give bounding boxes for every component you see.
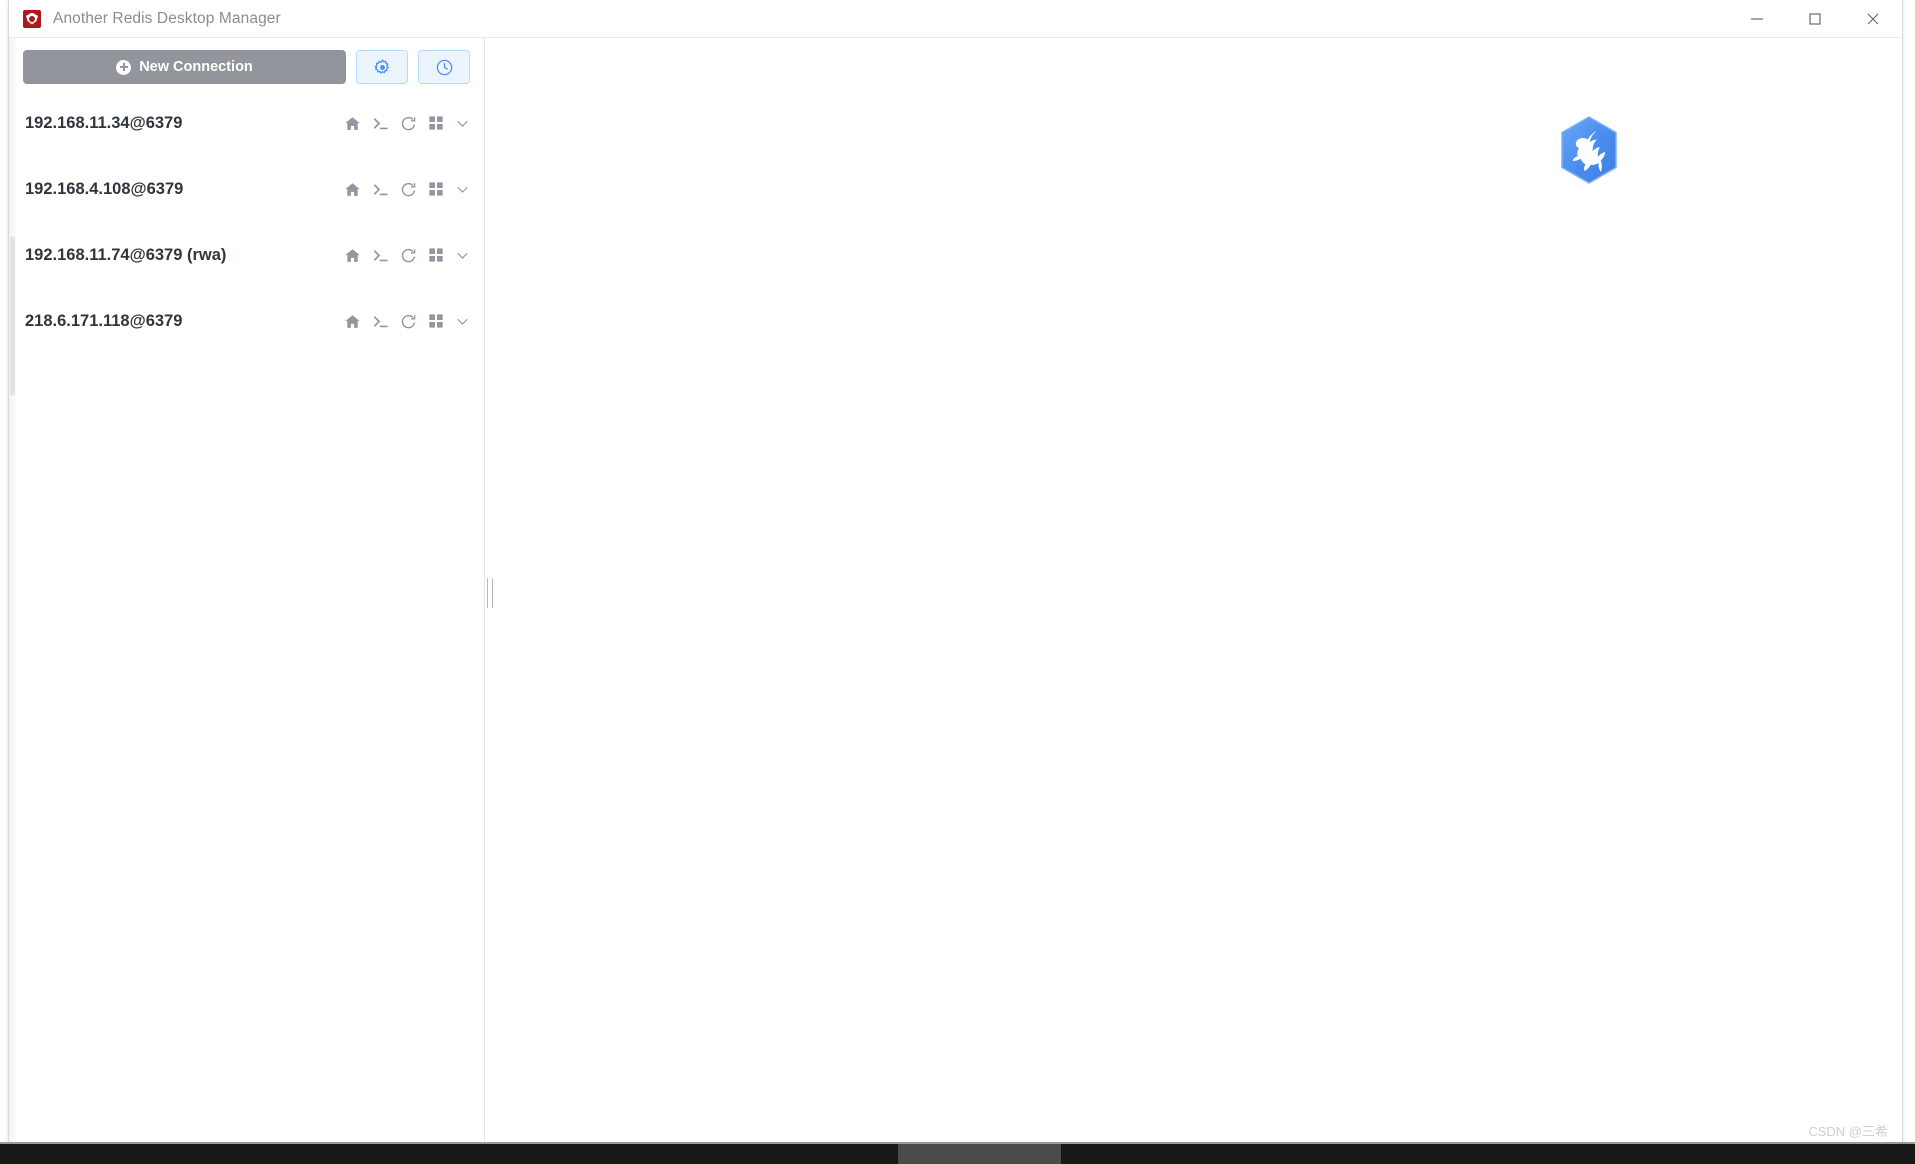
refresh-icon[interactable] (400, 247, 417, 264)
chevron-down-icon[interactable] (455, 248, 470, 263)
window-controls (1728, 0, 1902, 38)
history-button[interactable] (418, 50, 470, 84)
window-title: Another Redis Desktop Manager (53, 9, 281, 27)
home-icon[interactable] (344, 247, 361, 264)
terminal-icon[interactable] (372, 181, 389, 198)
terminal-icon[interactable] (372, 247, 389, 264)
connection-actions (344, 313, 470, 330)
connection-item[interactable]: 192.168.11.34@6379 (9, 90, 484, 156)
main-content-panel: CSDN @三希 (493, 38, 1902, 1147)
sidebar-scrollbar-thumb[interactable] (10, 236, 15, 396)
grid-icon[interactable] (428, 181, 444, 197)
terminal-icon[interactable] (372, 313, 389, 330)
connection-name: 192.168.4.108@6379 (25, 179, 184, 198)
connection-name: 192.168.11.74@6379 (rwa) (25, 245, 227, 264)
home-icon[interactable] (344, 115, 361, 132)
connection-item[interactable]: 192.168.4.108@6379 (9, 156, 484, 222)
refresh-icon[interactable] (400, 181, 417, 198)
connection-actions (344, 115, 470, 132)
minimize-icon (1750, 12, 1764, 26)
minimize-button[interactable] (1728, 0, 1786, 38)
taskbar-item[interactable] (898, 1144, 1061, 1164)
new-connection-label: New Connection (139, 59, 253, 75)
new-connection-button[interactable]: New Connection (23, 50, 346, 84)
connection-item[interactable]: 192.168.11.74@6379 (rwa) (9, 222, 484, 288)
gear-icon (373, 58, 392, 77)
os-taskbar (0, 1142, 1915, 1164)
connection-actions (344, 247, 470, 264)
terminal-icon[interactable] (372, 115, 389, 132)
title-bar: Another Redis Desktop Manager (9, 0, 1902, 38)
clock-icon (435, 58, 454, 77)
maximize-button[interactable] (1786, 0, 1844, 38)
maximize-icon (1808, 12, 1822, 26)
settings-button[interactable] (356, 50, 408, 84)
redis-app-icon (23, 9, 41, 28)
grid-icon[interactable] (428, 115, 444, 131)
connection-list: 192.168.11.34@6379 192.168.4.108@6379 19… (9, 90, 484, 1147)
connection-actions (344, 181, 470, 198)
desktop-background: Another Redis Desktop Manager New Connec… (0, 0, 1915, 1164)
chevron-down-icon[interactable] (455, 314, 470, 329)
chevron-down-icon[interactable] (455, 182, 470, 197)
grid-icon[interactable] (428, 247, 444, 263)
refresh-icon[interactable] (400, 313, 417, 330)
splitter-bar (487, 577, 488, 608)
refresh-icon[interactable] (400, 115, 417, 132)
csdn-watermark: CSDN @三希 (1808, 1124, 1888, 1139)
sidebar-scrollbar[interactable] (9, 38, 16, 1147)
close-button[interactable] (1844, 0, 1902, 38)
window-body: New Connection 192.168.11.34@6379 192.16… (9, 38, 1902, 1147)
close-icon (1866, 12, 1880, 26)
connection-item[interactable]: 218.6.171.118@6379 (9, 288, 484, 354)
connections-sidebar: New Connection 192.168.11.34@6379 192.16… (9, 38, 484, 1147)
application-window: Another Redis Desktop Manager New Connec… (8, 0, 1903, 1148)
plus-circle-icon (116, 59, 132, 75)
home-icon[interactable] (344, 181, 361, 198)
grid-icon[interactable] (428, 313, 444, 329)
connection-name: 218.6.171.118@6379 (25, 311, 183, 330)
chevron-down-icon[interactable] (455, 116, 470, 131)
home-icon[interactable] (344, 313, 361, 330)
connection-name: 192.168.11.34@6379 (25, 113, 183, 132)
panel-splitter[interactable] (484, 38, 493, 1147)
ardm-bird-logo (1558, 115, 1620, 185)
sidebar-toolbar: New Connection (9, 38, 484, 84)
